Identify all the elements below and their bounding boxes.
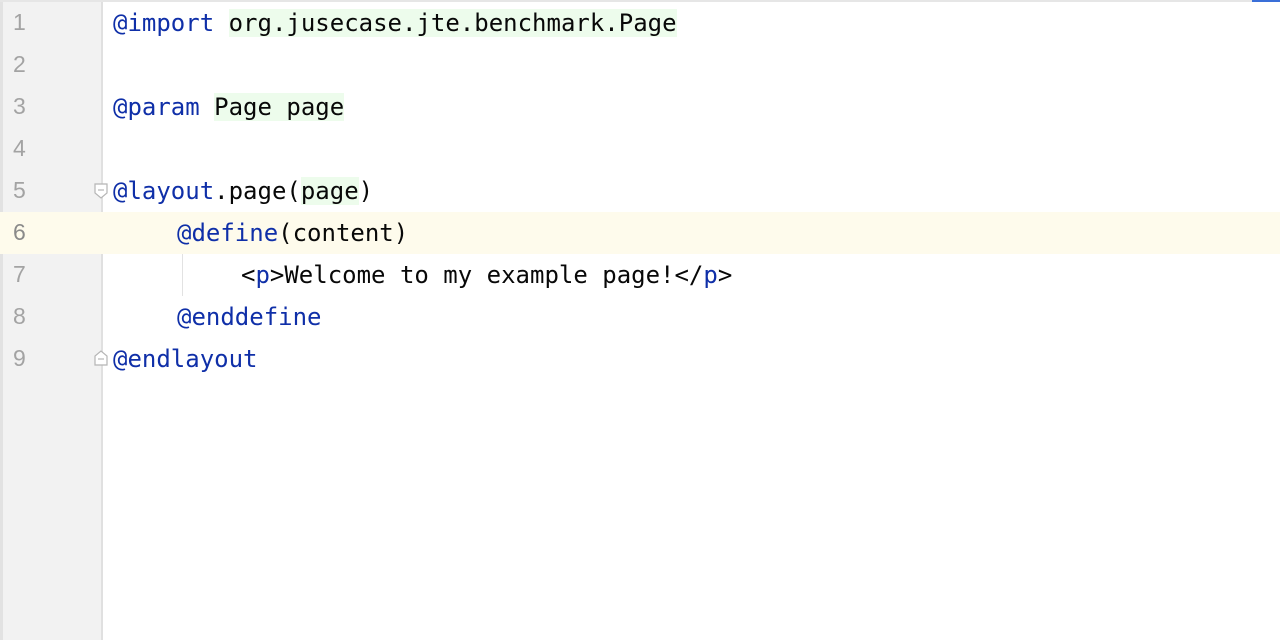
line-number: 3 bbox=[13, 93, 26, 119]
code-text[interactable]: @param Page page bbox=[113, 92, 345, 122]
html-tag-token: p bbox=[703, 261, 718, 289]
line-number: 7 bbox=[13, 261, 26, 287]
highlighted-token: page bbox=[300, 177, 359, 205]
code-text[interactable]: @define(content) bbox=[177, 218, 408, 248]
fold-end-icon[interactable] bbox=[93, 350, 109, 366]
keyword-token: @define bbox=[177, 219, 279, 247]
highlighted-token: org.jusecase.jte.benchmark.Page bbox=[228, 9, 677, 37]
code-text[interactable]: @enddefine bbox=[177, 302, 322, 332]
code-editor[interactable]: 1 @import org.jusecase.jte.benchmark.Pag… bbox=[0, 0, 1280, 640]
keyword-token: @endlayout bbox=[113, 345, 258, 373]
highlighted-token: Page page bbox=[214, 93, 345, 121]
code-line-3[interactable]: 3 @param Page page bbox=[0, 86, 1280, 128]
fold-collapse-icon[interactable] bbox=[93, 183, 109, 199]
line-number: 8 bbox=[13, 303, 26, 329]
code-line-6-current[interactable]: 6 @define(content) bbox=[0, 212, 1280, 254]
indent-guide bbox=[182, 254, 183, 296]
code-line-9[interactable]: 9 @endlayout bbox=[0, 338, 1280, 380]
code-line-8[interactable]: 8 @enddefine bbox=[0, 296, 1280, 338]
keyword-token: @import bbox=[113, 9, 215, 37]
code-text[interactable]: @import org.jusecase.jte.benchmark.Page bbox=[113, 8, 677, 38]
code-line-5[interactable]: 5 @layout.page(page) bbox=[0, 170, 1280, 212]
keyword-token: @param bbox=[113, 93, 200, 121]
editor-top-border bbox=[0, 0, 1280, 2]
code-line-2[interactable]: 2 bbox=[0, 44, 1280, 86]
code-text[interactable]: <p>Welcome to my example page!</p> bbox=[241, 260, 732, 290]
line-number: 4 bbox=[13, 135, 26, 161]
code-text[interactable]: @layout.page(page) bbox=[113, 176, 373, 206]
line-number: 2 bbox=[13, 51, 26, 77]
keyword-token: @layout bbox=[113, 177, 215, 205]
code-line-4[interactable]: 4 bbox=[0, 128, 1280, 170]
keyword-token: @enddefine bbox=[177, 303, 322, 331]
scroll-marker bbox=[1252, 0, 1280, 2]
html-tag-token: p bbox=[255, 261, 270, 289]
code-line-1[interactable]: 1 @import org.jusecase.jte.benchmark.Pag… bbox=[0, 2, 1280, 44]
line-number: 9 bbox=[13, 345, 26, 371]
line-number: 5 bbox=[13, 177, 26, 203]
line-number: 6 bbox=[13, 219, 26, 245]
code-text[interactable]: @endlayout bbox=[113, 344, 258, 374]
line-number: 1 bbox=[13, 9, 26, 35]
code-line-7[interactable]: 7 <p>Welcome to my example page!</p> bbox=[0, 254, 1280, 296]
